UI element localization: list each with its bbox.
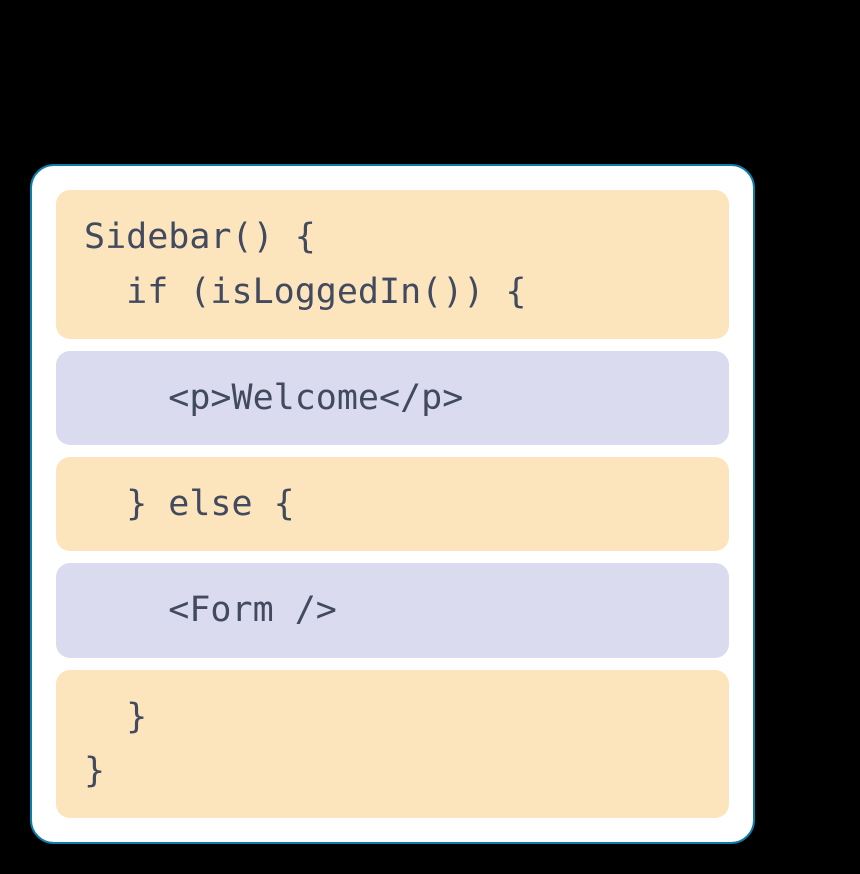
code-block-2: <p>Welcome</p> (56, 351, 729, 445)
code-block-3: } else { (56, 457, 729, 551)
code-card: Sidebar() { if (isLoggedIn()) { <p>Welco… (30, 164, 755, 844)
code-block-1: Sidebar() { if (isLoggedIn()) { (56, 190, 729, 339)
code-block-5: } } (56, 670, 729, 819)
code-block-4: <Form /> (56, 563, 729, 657)
